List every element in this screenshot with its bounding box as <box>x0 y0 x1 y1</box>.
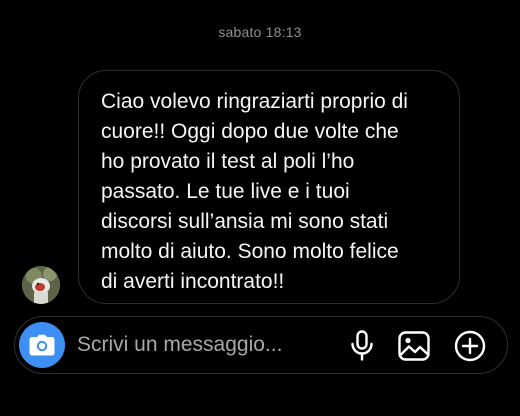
message-text: Ciao volevo ringraziarti proprio di cuor… <box>101 90 408 293</box>
gallery-button[interactable] <box>398 330 430 362</box>
message-timestamp: sabato 18:13 <box>218 24 302 40</box>
camera-icon <box>29 334 55 356</box>
message-composer: Scrivi un messaggio... <box>14 316 508 374</box>
more-options-button[interactable] <box>454 330 486 362</box>
microphone-icon <box>351 330 373 361</box>
camera-button[interactable] <box>19 322 65 368</box>
sender-avatar[interactable] <box>22 266 60 304</box>
voice-message-button[interactable] <box>346 330 378 362</box>
message-input[interactable]: Scrivi un messaggio... <box>77 317 282 373</box>
message-bubble[interactable]: Ciao volevo ringraziarti proprio di cuor… <box>78 70 460 304</box>
avatar-image <box>22 266 60 304</box>
image-icon <box>398 331 430 361</box>
plus-circle-icon <box>454 330 486 362</box>
